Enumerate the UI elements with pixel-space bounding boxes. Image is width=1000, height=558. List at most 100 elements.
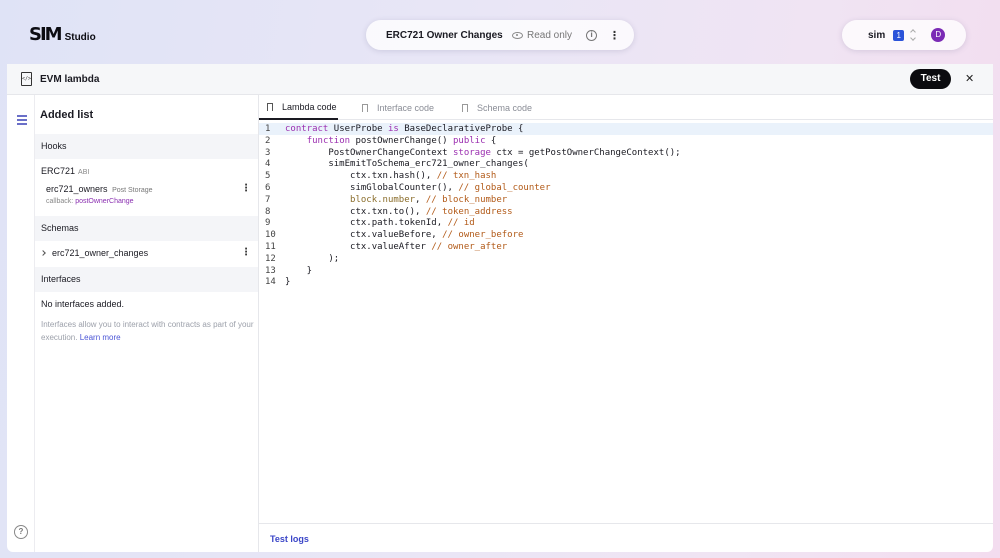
sim-studio-logo[interactable]: SIM Studio <box>29 26 96 44</box>
info-icon[interactable]: i <box>586 29 598 41</box>
code-line[interactable]: 11 ctx.valueAfter // owner_after <box>259 241 993 253</box>
account-name: sim <box>868 29 886 41</box>
code-file-icon <box>21 72 32 86</box>
schema-name: erc721_owner_changes <box>52 248 149 258</box>
code-line[interactable]: 12 ); <box>259 253 993 265</box>
code-token: // owner_before <box>442 230 524 241</box>
interfaces-help-text: Interfaces allow you to interact with co… <box>41 320 254 342</box>
code-editor[interactable]: 1 contract UserProbe is BaseDeclarativePr… <box>259 121 993 521</box>
line-number: 3 <box>265 147 271 158</box>
bookmark-icon <box>362 103 368 112</box>
chevron-right-icon[interactable] <box>40 250 46 256</box>
logo-product-name: Studio <box>64 32 96 43</box>
line-number: 12 <box>265 253 276 264</box>
top-bar: SIM Studio ERC721 Owner Changes (In... R… <box>0 0 1000 64</box>
code-text: } <box>285 265 312 277</box>
code-line[interactable]: 13 } <box>259 265 993 277</box>
code-token: // id <box>447 218 475 229</box>
avatar[interactable]: D <box>931 28 946 42</box>
code-token: is <box>387 124 399 134</box>
code-line[interactable]: 8 ctx.txn.to(), // token_address <box>259 206 993 218</box>
help-icon[interactable]: ? <box>14 525 28 539</box>
schemas-section-header: Schemas <box>35 216 258 241</box>
line-number: 2 <box>265 135 271 146</box>
project-title[interactable]: ERC721 Owner Changes (In... <box>386 30 506 41</box>
code-text: simGlobalCounter(), // global_counter <box>285 182 551 194</box>
line-number: 13 <box>265 265 276 276</box>
code-text: } <box>285 276 290 288</box>
code-text: PostOwnerChangeContext storage ctx = get… <box>285 147 681 159</box>
no-interfaces-message: No interfaces added. <box>41 299 125 309</box>
code-line[interactable]: 4 simEmitToSchema_erc721_owner_changes( <box>259 158 993 170</box>
bookmark-icon <box>462 103 468 112</box>
line-number: 9 <box>265 218 271 229</box>
code-line[interactable]: 5 ctx.txn.hash(), // txn_hash <box>259 170 993 182</box>
code-line[interactable]: 3 PostOwnerChangeContext storage ctx = g… <box>259 147 993 159</box>
hook-type: Post Storage <box>112 187 153 194</box>
chevron-up-down-icon[interactable] <box>910 29 917 41</box>
code-text: function postOwnerChange() public { <box>285 135 497 147</box>
close-icon[interactable]: ✕ <box>965 72 974 86</box>
read-only-indicator: Read only <box>512 30 572 41</box>
abi-title: ERC721 <box>41 166 76 176</box>
code-line[interactable]: 9 ctx.path.tokenId, // id <box>259 217 993 229</box>
code-token: // txn_hash <box>436 171 497 182</box>
test-logs-toggle[interactable]: Test logs <box>270 534 309 544</box>
code-token: simGlobalCounter(), <box>285 183 459 193</box>
list-icon[interactable] <box>17 115 27 127</box>
side-rail: ? <box>7 95 35 552</box>
code-text: block.number, // block_number <box>285 194 507 206</box>
code-tabs: Lambda code Interface code Schema code <box>259 95 993 120</box>
code-token: postOwnerChange() <box>350 135 453 146</box>
eye-icon <box>512 31 523 39</box>
code-token: // owner_after <box>431 242 508 252</box>
code-token: storage <box>452 147 491 158</box>
panel-title: EVM lambda <box>40 74 100 85</box>
code-editor-area: Lambda code Interface code Schema code 1… <box>259 95 993 552</box>
code-token: } <box>285 265 313 276</box>
hook-callback: callback: postOwnerChange <box>46 198 134 205</box>
project-more-icon[interactable]: ⋮ <box>609 30 620 41</box>
tab-lambda-code[interactable]: Lambda code <box>259 95 338 120</box>
code-text: contract UserProbe is BaseDeclarativePro… <box>285 123 523 135</box>
test-logs-bar: Test logs <box>259 523 993 552</box>
code-token: PostOwnerChangeContext <box>285 147 453 158</box>
code-token: ctx.txn.hash(), <box>285 171 437 182</box>
code-line[interactable]: 7 block.number, // block_number <box>259 194 993 206</box>
code-text: ); <box>285 253 339 265</box>
bookmark-icon <box>267 102 273 111</box>
code-line[interactable]: 2 function postOwnerChange() public { <box>259 135 993 147</box>
callback-function[interactable]: postOwnerChange <box>75 198 133 205</box>
code-token: // token_address <box>425 206 513 217</box>
code-line[interactable]: 10 ctx.valueBefore, // owner_before <box>259 229 993 241</box>
code-line[interactable]: 1 contract UserProbe is BaseDeclarativePr… <box>259 123 993 135</box>
line-number: 14 <box>265 277 276 288</box>
line-number: 4 <box>265 159 271 170</box>
abi-name: ERC721 ABI <box>41 166 89 176</box>
tab-interface-code[interactable]: Interface code <box>354 95 444 120</box>
abi-tag: ABI <box>78 169 90 176</box>
hook-more-icon[interactable]: ⋮ <box>241 184 251 194</box>
code-token: ctx.path.tokenId, <box>285 218 448 229</box>
code-token: block.number <box>285 194 416 205</box>
hook-item[interactable]: erc721_owners Post Storage <box>46 184 153 194</box>
schema-more-icon[interactable]: ⋮ <box>241 248 251 258</box>
code-token: ctx.txn.to(), <box>285 206 426 217</box>
line-number: 5 <box>265 171 271 182</box>
test-button[interactable]: Test <box>910 69 951 89</box>
code-line[interactable]: 14} <box>259 276 993 288</box>
code-token: , <box>415 194 426 205</box>
tab-schema-code[interactable]: Schema code <box>454 95 544 120</box>
account-switcher[interactable]: sim 1 D <box>842 20 966 50</box>
schema-item[interactable]: erc721_owner_changes <box>40 248 149 258</box>
hooks-section-header: Hooks <box>35 134 258 159</box>
tab-label: Interface code <box>377 102 435 113</box>
sidebar-title: Added list <box>40 109 94 121</box>
panel-header: EVM lambda Test ✕ <box>7 64 993 95</box>
code-token: ctx = getPostOwnerChangeContext(); <box>490 147 681 158</box>
learn-more-link[interactable]: Learn more <box>80 333 121 342</box>
code-line[interactable]: 6 simGlobalCounter(), // global_counter <box>259 182 993 194</box>
code-text: ctx.valueAfter // owner_after <box>285 241 507 253</box>
code-token: public <box>453 135 486 146</box>
